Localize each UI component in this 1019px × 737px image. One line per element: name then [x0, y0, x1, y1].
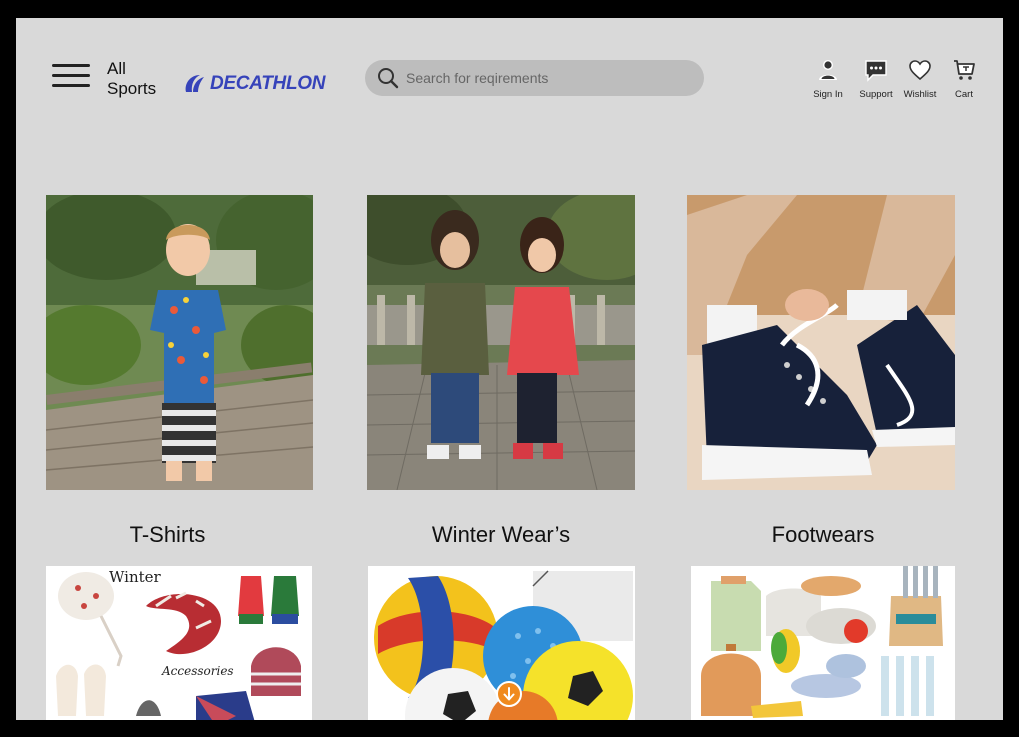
user-icon: [819, 60, 837, 80]
arrow-down-icon[interactable]: [496, 681, 522, 707]
support-button[interactable]: Support: [853, 58, 899, 100]
sign-in-label: Sign In: [813, 89, 843, 100]
app-screen: All Sports DECATHLON Sign In: [16, 18, 1003, 720]
winter-accessories-image[interactable]: Winter Accessories: [46, 566, 312, 720]
heart-icon: [909, 60, 931, 81]
category-label-winter-wear[interactable]: Winter Wear’s: [367, 522, 635, 548]
accessories-image-winter-text: Winter: [109, 568, 161, 586]
search-bar[interactable]: [365, 60, 704, 96]
wishlist-label: Wishlist: [903, 89, 937, 100]
cart-button[interactable]: Cart: [946, 58, 982, 100]
cart-label: Cart: [955, 89, 973, 100]
category-label-footwears[interactable]: Footwears: [687, 522, 959, 548]
header-actions: Sign In Support Wishlist Cart: [806, 58, 982, 104]
all-sports-link[interactable]: All Sports: [107, 59, 167, 99]
kitchen-toys-image[interactable]: [691, 566, 955, 720]
cart-icon: [954, 60, 975, 80]
sign-in-button[interactable]: Sign In: [806, 58, 850, 100]
chat-icon: [865, 60, 887, 82]
winter-wear-category-image[interactable]: [367, 195, 635, 490]
hamburger-menu-icon[interactable]: [52, 62, 90, 90]
footwears-category-image[interactable]: [687, 195, 955, 490]
brand-name: DECATHLON: [210, 73, 326, 94]
decathlon-logo[interactable]: DECATHLON: [182, 70, 325, 98]
wishlist-button[interactable]: Wishlist: [900, 58, 940, 100]
search-input[interactable]: [404, 69, 688, 87]
support-label: Support: [859, 89, 893, 100]
tshirts-category-image[interactable]: [46, 195, 313, 490]
category-label-tshirts[interactable]: T-Shirts: [46, 522, 289, 548]
search-icon[interactable]: [376, 66, 400, 90]
accessories-image-caption-text: Accessories: [162, 664, 234, 678]
decathlon-swoosh-icon: [185, 75, 204, 92]
